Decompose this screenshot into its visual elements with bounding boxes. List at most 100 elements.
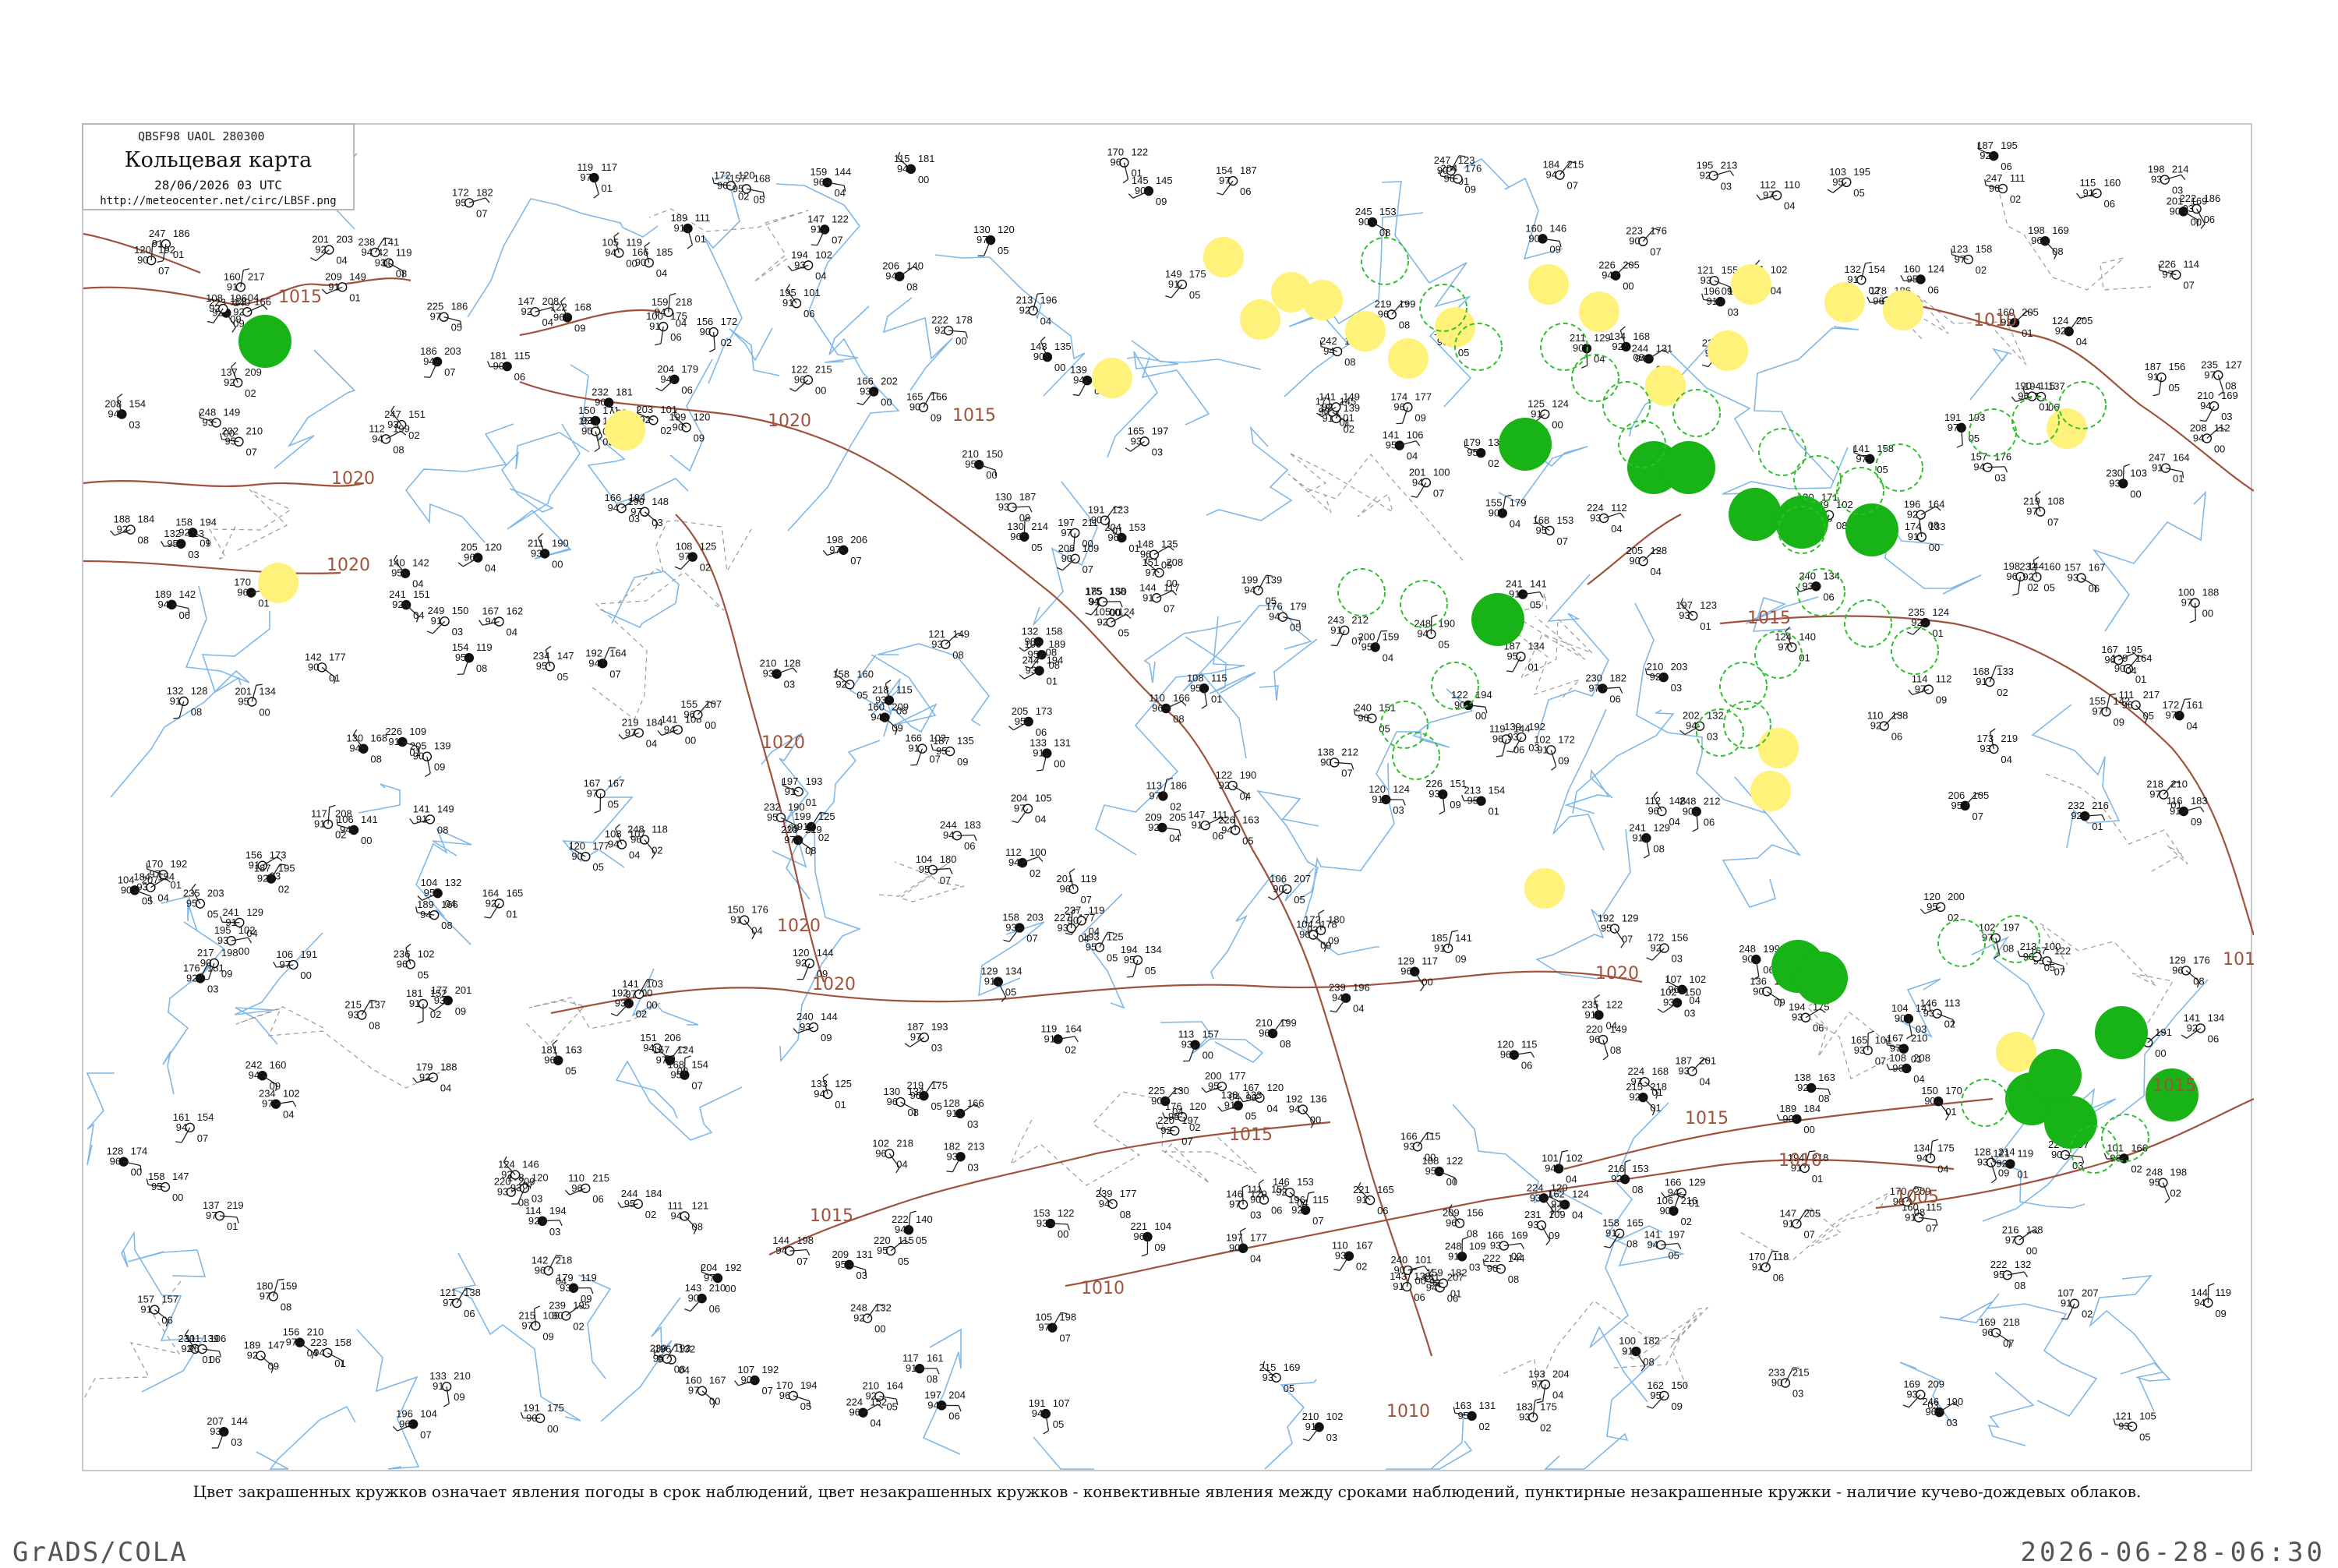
station-value: 145 bbox=[1156, 175, 1173, 186]
station-value: 194 bbox=[549, 1205, 567, 1217]
station-plot: 1791889204 bbox=[413, 1061, 457, 1093]
station-plot: 2481909405 bbox=[1414, 615, 1455, 651]
station-value: 94 bbox=[885, 270, 896, 282]
station-value: 107 bbox=[705, 698, 722, 710]
station-value: 151 bbox=[408, 408, 426, 420]
station-value: 94 bbox=[349, 743, 360, 754]
station-value: 03 bbox=[1250, 1210, 1261, 1221]
station-value: 97 bbox=[1778, 641, 1789, 652]
station-value: 207 bbox=[1294, 873, 1311, 885]
station-value: 08 bbox=[1626, 1238, 1637, 1250]
station-value: 96 bbox=[1492, 733, 1503, 744]
station-value: 97 bbox=[688, 1385, 699, 1397]
wind-feather-icon bbox=[1319, 910, 1324, 913]
cumulonimbus-ring-icon bbox=[1962, 1079, 2008, 1126]
station-value: 09 bbox=[1549, 243, 1560, 255]
station-plot: 2391779408 bbox=[1096, 1187, 1137, 1220]
station-value: 04 bbox=[413, 609, 424, 621]
station-value: 93 bbox=[1980, 743, 1990, 754]
station-value: 02 bbox=[1488, 457, 1499, 469]
station-value: 217 bbox=[248, 270, 265, 282]
wind-feather-icon bbox=[1644, 855, 1649, 858]
station-plot: 1842159407 bbox=[1543, 159, 1584, 192]
station-value: 113 bbox=[1944, 998, 1961, 1009]
station-value: 207 bbox=[2082, 1287, 2099, 1299]
station-plot: 1411349206 bbox=[2181, 1012, 2224, 1044]
station-value: 190 bbox=[1240, 769, 1257, 781]
station-plot: 2051739506 bbox=[1008, 705, 1052, 738]
station-plot: 1131579300 bbox=[1178, 1029, 1220, 1061]
wind-feather-icon bbox=[1012, 821, 1018, 822]
station-plot: 1681549507 bbox=[667, 1056, 708, 1092]
station-plot: 1872019304 bbox=[1675, 1055, 1716, 1088]
station-value: 92 bbox=[1160, 1125, 1171, 1136]
station-value: 90 bbox=[1033, 351, 1044, 362]
station-value: 07 bbox=[1341, 767, 1352, 779]
station-value: 07 bbox=[691, 1080, 702, 1092]
station-value: 144 bbox=[835, 166, 852, 178]
station-plot: 2251869705 bbox=[427, 301, 468, 334]
station-value: 159 bbox=[1383, 630, 1400, 642]
station-value: 07 bbox=[1433, 487, 1444, 499]
station-value: 09 bbox=[1722, 285, 1732, 297]
station-value: 95 bbox=[455, 196, 466, 208]
haze-dot-icon bbox=[1203, 237, 1244, 277]
station-value: 90 bbox=[1895, 1012, 1905, 1024]
station-value: 04 bbox=[445, 898, 456, 909]
station-plot: 1081159501 bbox=[1187, 672, 1227, 708]
station-value: 137 bbox=[369, 998, 386, 1010]
station-value: 131 bbox=[856, 1248, 873, 1260]
station-value: 102 bbox=[283, 1088, 300, 1100]
station-value: 06 bbox=[464, 1308, 475, 1319]
station-value: 91 bbox=[1305, 1421, 1316, 1432]
station-value: 132 bbox=[874, 1302, 892, 1314]
station-value: 02 bbox=[1065, 1044, 1075, 1055]
station-value: 135 bbox=[1054, 341, 1072, 352]
wind-feather-icon bbox=[910, 1211, 916, 1213]
station-value: 108 bbox=[2047, 496, 2064, 507]
station-plot: 1871959206 bbox=[1976, 139, 2018, 172]
source-url[interactable]: http://meteocenter.net/circ/LBSF.png bbox=[83, 195, 353, 207]
wind-feather-icon bbox=[2200, 420, 2206, 421]
station-value: 91 bbox=[2152, 462, 2163, 474]
station-value: 94 bbox=[108, 408, 118, 419]
station-value: 95 bbox=[1386, 440, 1397, 451]
river bbox=[163, 922, 224, 1094]
station-value: 95 bbox=[1650, 1390, 1661, 1401]
station-value: 92 bbox=[1291, 1204, 1302, 1216]
station-plot: 2211049609 bbox=[1130, 1220, 1171, 1256]
wind-feather-icon bbox=[1217, 193, 1223, 195]
station-plot: 1421779001 bbox=[305, 651, 346, 683]
station-value: 93 bbox=[1906, 1389, 1917, 1400]
station-value: 02 bbox=[636, 1008, 647, 1020]
station-value: 94 bbox=[1032, 1407, 1043, 1419]
station-value: 90 bbox=[1229, 1242, 1240, 1254]
station-plot: 1732199304 bbox=[1976, 729, 2018, 765]
station-plot: 1441989407 bbox=[772, 1234, 814, 1267]
station-plot: 2481499300 bbox=[200, 406, 241, 439]
station-value: 05 bbox=[1031, 542, 1042, 553]
river bbox=[704, 175, 742, 383]
station-value: 90 bbox=[1025, 636, 1036, 648]
station-plot: 1021729109 bbox=[1534, 733, 1575, 770]
station-value: 93 bbox=[1026, 665, 1037, 676]
station-value: 00 bbox=[685, 734, 696, 746]
station-value: 00 bbox=[1054, 758, 1065, 770]
station-value: 90 bbox=[1135, 185, 1146, 196]
station-value: 02 bbox=[818, 832, 829, 843]
wind-feather-icon bbox=[330, 805, 336, 807]
station-plot: 1051989707 bbox=[1035, 1312, 1076, 1344]
station-value: 09 bbox=[574, 322, 585, 334]
station-value: 102 bbox=[1689, 973, 1706, 985]
station-value: 92 bbox=[1612, 341, 1623, 352]
station-value: 119 bbox=[2017, 1148, 2033, 1160]
station-value: 00 bbox=[2026, 1245, 2037, 1256]
station-value: 00 bbox=[986, 469, 997, 481]
station-value: 91 bbox=[811, 224, 821, 235]
station-value: 05 bbox=[800, 1400, 811, 1412]
station-value: 97 bbox=[784, 834, 795, 846]
station-value: 96 bbox=[1133, 1231, 1144, 1242]
station-value: 08 bbox=[1633, 351, 1644, 363]
station-value: 90 bbox=[1273, 883, 1284, 895]
station-value: 92 bbox=[1911, 616, 1922, 628]
